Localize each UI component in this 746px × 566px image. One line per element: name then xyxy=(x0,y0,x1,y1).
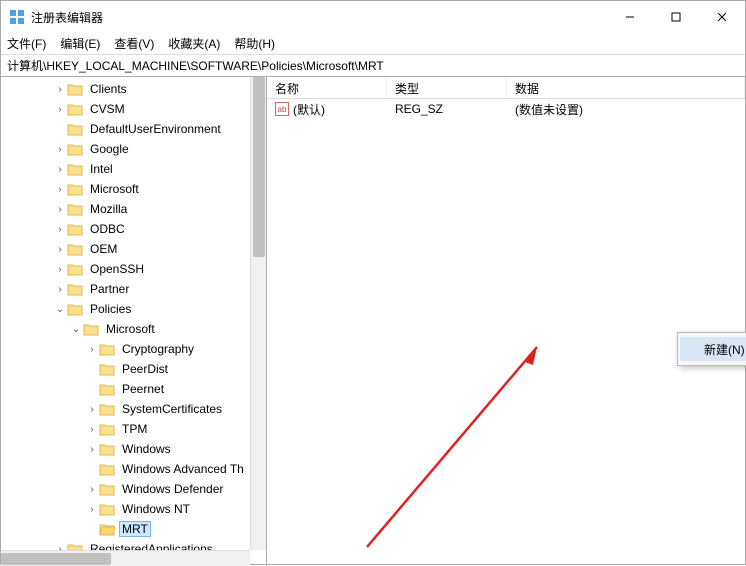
tree-node-label: Partner xyxy=(87,282,132,296)
tree-node-label: MRT xyxy=(119,521,151,537)
tree-node[interactable]: › SystemCertificates xyxy=(1,399,266,419)
menu-favorites[interactable]: 收藏夹(A) xyxy=(168,35,220,52)
tree-node-label: PeerDist xyxy=(119,362,171,376)
tree-node-label: TPM xyxy=(119,422,150,436)
tree-node[interactable]: › Windows xyxy=(1,439,266,459)
tree-node-label: Peernet xyxy=(119,382,167,396)
tree-scrollbar-vertical[interactable] xyxy=(250,77,266,550)
expander-icon[interactable]: › xyxy=(85,344,99,355)
expander-icon[interactable]: › xyxy=(53,264,67,275)
menu-edit[interactable]: 编辑(E) xyxy=(60,35,100,52)
tree-node[interactable]: ⌄ Policies xyxy=(1,299,266,319)
tree-node-label: OpenSSH xyxy=(87,262,147,276)
expander-icon[interactable]: › xyxy=(85,444,99,455)
tree-node[interactable]: › ODBC xyxy=(1,219,266,239)
tree-node[interactable]: Peernet xyxy=(1,379,266,399)
tree-node[interactable]: › Windows Defender xyxy=(1,479,266,499)
maximize-button[interactable] xyxy=(653,1,699,33)
value-type: REG_SZ xyxy=(387,102,507,116)
tree-node-label: OEM xyxy=(87,242,120,256)
tree-node-label: DefaultUserEnvironment xyxy=(87,122,224,136)
tree-node[interactable]: › Clients xyxy=(1,79,266,99)
close-button[interactable] xyxy=(699,1,745,33)
tree-node[interactable]: › OpenSSH xyxy=(1,259,266,279)
tree-node-label: Windows NT xyxy=(119,502,193,516)
value-data: (数值未设置) xyxy=(507,101,745,118)
title-bar: 注册表编辑器 xyxy=(1,1,745,33)
expander-icon[interactable]: ⌄ xyxy=(69,324,83,335)
address-text: 计算机\HKEY_LOCAL_MACHINE\SOFTWARE\Policies… xyxy=(7,57,384,74)
expander-icon[interactable]: › xyxy=(53,144,67,155)
expander-icon[interactable]: › xyxy=(53,284,67,295)
tree-node-label: Microsoft xyxy=(87,182,142,196)
tree-node-label: Windows xyxy=(119,442,174,456)
value-name: (默认) xyxy=(293,101,325,118)
tree-node-label: Windows Advanced Th xyxy=(119,462,247,476)
values-pane: 名称 类型 数据 ab (默认) REG_SZ (数值未设置) 新建(N) ▶ … xyxy=(267,77,745,566)
expander-icon[interactable]: › xyxy=(85,484,99,495)
tree-node[interactable]: Windows Advanced Th xyxy=(1,459,266,479)
annotation-arrow xyxy=(357,327,557,557)
tree-node[interactable]: › CVSM xyxy=(1,99,266,119)
context-menu: 新建(N) ▶ xyxy=(677,332,746,366)
tree-node[interactable]: › Windows NT xyxy=(1,499,266,519)
app-icon xyxy=(9,9,25,25)
tree-node-label: Cryptography xyxy=(119,342,197,356)
column-headers: 名称 类型 数据 xyxy=(267,77,745,99)
tree-node[interactable]: › Mozilla xyxy=(1,199,266,219)
tree-node-label: Policies xyxy=(87,302,134,316)
expander-icon[interactable]: › xyxy=(53,204,67,215)
tree-node-label: Mozilla xyxy=(87,202,130,216)
tree-node-label: Microsoft xyxy=(103,322,158,336)
tree-node[interactable]: › Cryptography xyxy=(1,339,266,359)
expander-icon[interactable]: › xyxy=(85,504,99,515)
value-row[interactable]: ab (默认) REG_SZ (数值未设置) xyxy=(267,99,745,119)
column-data[interactable]: 数据 xyxy=(507,77,745,98)
tree-node-label: ODBC xyxy=(87,222,128,236)
tree-node-label: Windows Defender xyxy=(119,482,226,496)
tree-node-label: CVSM xyxy=(87,102,128,116)
menu-item-new[interactable]: 新建(N) ▶ xyxy=(680,337,746,361)
expander-icon[interactable]: ⌄ xyxy=(53,304,67,315)
window-title: 注册表编辑器 xyxy=(31,9,607,26)
expander-icon[interactable]: › xyxy=(85,424,99,435)
minimize-button[interactable] xyxy=(607,1,653,33)
menu-bar: 文件(F) 编辑(E) 查看(V) 收藏夹(A) 帮助(H) xyxy=(1,33,745,55)
column-name[interactable]: 名称 xyxy=(267,77,387,98)
tree-node[interactable]: MRT xyxy=(1,519,266,539)
tree-node[interactable]: › TPM xyxy=(1,419,266,439)
tree-node[interactable]: › Google xyxy=(1,139,266,159)
tree-node[interactable]: PeerDist xyxy=(1,359,266,379)
tree-pane: › Clients › CVSM DefaultUserEnvironment › Goog… xyxy=(1,77,267,566)
tree-node[interactable]: › Intel xyxy=(1,159,266,179)
tree-node-label: Intel xyxy=(87,162,116,176)
tree-node-label: Google xyxy=(87,142,132,156)
expander-icon[interactable]: › xyxy=(53,84,67,95)
menu-file[interactable]: 文件(F) xyxy=(7,35,46,52)
expander-icon[interactable]: › xyxy=(53,164,67,175)
expander-icon[interactable]: › xyxy=(53,244,67,255)
tree-node[interactable]: › Microsoft xyxy=(1,179,266,199)
tree-scrollbar-horizontal[interactable] xyxy=(1,550,250,566)
tree-node[interactable]: ⌄ Microsoft xyxy=(1,319,266,339)
expander-icon[interactable]: › xyxy=(85,404,99,415)
expander-icon[interactable]: › xyxy=(53,184,67,195)
string-value-icon: ab xyxy=(275,102,289,116)
expander-icon[interactable]: › xyxy=(53,224,67,235)
tree-node-label: SystemCertificates xyxy=(119,402,225,416)
tree-node-label: Clients xyxy=(87,82,130,96)
tree-node[interactable]: › Partner xyxy=(1,279,266,299)
expander-icon[interactable]: › xyxy=(53,104,67,115)
menu-view[interactable]: 查看(V) xyxy=(114,35,154,52)
column-type[interactable]: 类型 xyxy=(387,77,507,98)
tree-node[interactable]: › OEM xyxy=(1,239,266,259)
address-bar[interactable]: 计算机\HKEY_LOCAL_MACHINE\SOFTWARE\Policies… xyxy=(1,55,745,77)
tree-node[interactable]: DefaultUserEnvironment xyxy=(1,119,266,139)
menu-help[interactable]: 帮助(H) xyxy=(234,35,275,52)
